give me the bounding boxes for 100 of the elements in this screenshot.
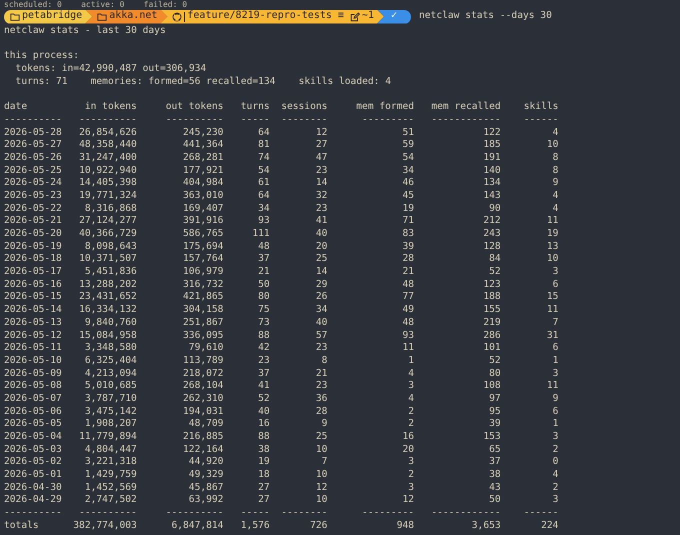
- table-cell-text: 123: [482, 278, 501, 292]
- table-cell-text: 363,010: [182, 190, 224, 203]
- table-cell-text: 219: [482, 316, 501, 330]
- table-cell-text: 3,787,710: [84, 392, 137, 406]
- table-cell-text: 84: [488, 253, 501, 266]
- table-cell-text: 19: [401, 202, 414, 216]
- table-cell-text: 40,366,729: [78, 228, 137, 241]
- table-cell: 2026-05-19: [4, 240, 62, 254]
- table-cell-text: 77: [401, 291, 414, 304]
- table-cell-text: 316,732: [182, 278, 224, 292]
- table-cell: 2026-05-04: [4, 431, 62, 444]
- table-cell-text: 157,764: [182, 253, 224, 266]
- table-cell-text: 2: [407, 406, 414, 418]
- table-cell-text: 41: [257, 380, 270, 393]
- table-cell-text: 15: [546, 291, 558, 304]
- table-cell-text: 74: [257, 152, 270, 165]
- table-cell-text: 36: [314, 392, 328, 406]
- table-cell-text: 38: [488, 469, 501, 482]
- table-cell-text: 4,213,094: [84, 368, 137, 380]
- table-cell-text: 14: [314, 177, 328, 190]
- table-cell-text: 54: [401, 152, 414, 165]
- table-cell-text: 2: [552, 482, 558, 494]
- table-cell: 2026-05-26: [4, 152, 62, 165]
- column-rule: ----------: [78, 507, 137, 520]
- table-cell-text: 586,765: [182, 228, 224, 241]
- table-cell-text: 28: [314, 406, 328, 418]
- table-cell-text: 88: [257, 431, 270, 444]
- table-cell-text: 336,095: [182, 330, 224, 342]
- column-rule: ----------: [4, 114, 62, 126]
- table-cell-text: 268,281: [182, 152, 224, 165]
- table-cell-text: 1,452,569: [84, 482, 137, 494]
- table-cell-text: 243: [482, 228, 501, 241]
- table-cell-text: 122,164: [182, 444, 224, 456]
- table-cell-text: 10,371,507: [78, 253, 137, 266]
- table-cell-text: 3,348,580: [84, 342, 137, 355]
- table-cell-text: 46: [401, 177, 414, 190]
- table-cell-text: 11: [546, 215, 558, 228]
- table-cell-text: 15,084,958: [78, 330, 137, 342]
- column-header: in tokens: [84, 101, 137, 114]
- table-cell-text: 50: [488, 494, 501, 508]
- table-cell: 2026-05-28: [4, 126, 62, 140]
- prompt-segment: feature/8219-repro-tests ≡ ~1: [160, 10, 384, 24]
- table-cell-text: 3: [552, 494, 558, 508]
- table-cell-text: 143: [482, 190, 501, 203]
- table-cell-text: 40: [257, 406, 270, 418]
- table-cell-text: 44,920: [188, 456, 224, 470]
- turns-summary: turns: 71: [16, 76, 68, 88]
- table-cell-text: 59: [401, 139, 414, 152]
- table-cell-text: 185: [482, 139, 501, 152]
- table-cell-text: 175,694: [182, 240, 224, 254]
- table-cell-text: 12: [314, 126, 328, 140]
- table-cell-text: 7: [552, 316, 558, 330]
- table-cell-text: 23: [314, 164, 328, 178]
- table-cell-text: 218,072: [182, 368, 224, 380]
- table-cell-text: 79,610: [188, 342, 224, 355]
- table-cell-text: 21: [401, 266, 414, 279]
- table-cell-text: 37: [257, 253, 270, 266]
- table-cell-text: 27: [314, 139, 328, 152]
- table-cell-text: 61: [257, 177, 270, 190]
- table-cell-text: 188: [482, 291, 501, 304]
- table-cell-text: 88: [257, 330, 270, 342]
- table-cell-text: 441,364: [182, 139, 224, 152]
- table-cell-text: 153: [482, 431, 501, 444]
- table-cell-text: 1: [552, 354, 558, 368]
- table-cell: 2026-05-20: [4, 228, 62, 241]
- column-header: out tokens: [164, 101, 224, 114]
- table-cell-text: 28: [401, 253, 414, 266]
- table-cell-text: 3: [407, 456, 414, 470]
- table-cell-text: 304,158: [182, 304, 224, 317]
- column-rule: ------------: [430, 114, 501, 126]
- table-cell-text: 6: [552, 342, 558, 355]
- table-cell-text: 262,310: [182, 392, 224, 406]
- table-cell-text: 421,865: [182, 291, 224, 304]
- table-cell-text: 19,771,324: [78, 190, 137, 203]
- table-cell-text: 3: [552, 368, 558, 380]
- column-rule: ----------: [78, 114, 137, 126]
- table-cell-text: 10: [546, 253, 558, 266]
- table-cell: 2026-05-02: [4, 456, 62, 470]
- memories-summary: memories: formed=56 recalled=134: [90, 76, 276, 88]
- table-cell-text: 52: [488, 266, 501, 279]
- table-cell-text: 65: [488, 444, 501, 456]
- table-cell-text: 25: [314, 253, 328, 266]
- folder-icon: [10, 12, 20, 22]
- table-cell-text: 26,854,626: [78, 126, 137, 140]
- table-cell-text: 216,885: [182, 431, 224, 444]
- table-cell-text: 90: [488, 202, 501, 216]
- table-cell-text: 4: [552, 469, 558, 482]
- table-cell-text: 63,992: [188, 494, 224, 508]
- table-cell-text: 50: [257, 278, 270, 292]
- table-cell-text: 3: [552, 266, 558, 279]
- table-cell-text: 97: [488, 392, 501, 406]
- table-cell: 2026-05-03: [4, 444, 62, 456]
- table-cell-text: 27,124,277: [78, 215, 137, 228]
- github-icon: [172, 12, 182, 22]
- table-cell-text: 11: [546, 380, 558, 393]
- table-cell-text: 404,984: [182, 177, 224, 190]
- table-cell-text: 64: [257, 126, 270, 140]
- column-header: skills: [522, 101, 558, 114]
- table-cell-text: 101: [482, 342, 501, 355]
- table-cell-text: 5,010,685: [84, 380, 137, 393]
